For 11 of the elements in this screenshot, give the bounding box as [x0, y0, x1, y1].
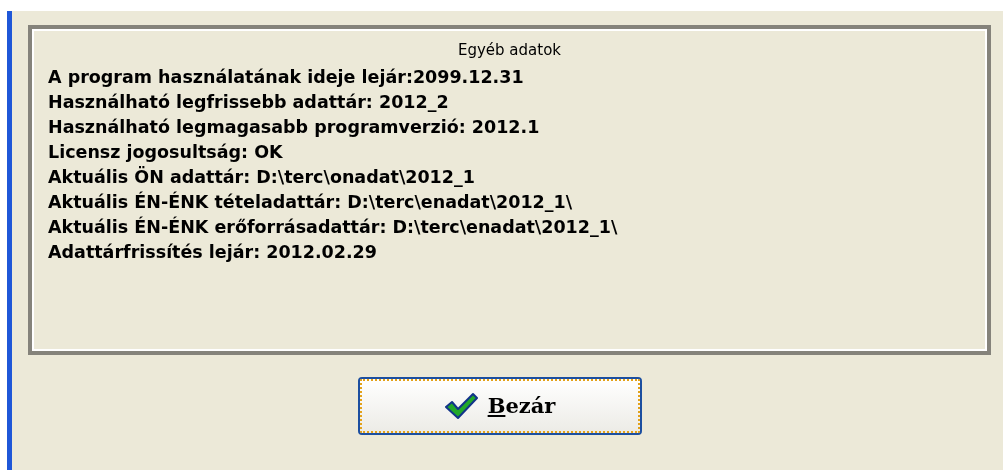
info-line: Használható legmagasabb programverzió: 2012.1	[48, 116, 541, 139]
info-line: Licensz jogosultság: OK	[48, 141, 284, 164]
close-button[interactable]: Bezár	[357, 377, 642, 435]
info-line: Aktuális ÖN adattár: D:\terc\onadat\2012_1	[48, 165, 476, 189]
info-line: Aktuális ÉN-ÉNK erőforrásadattár: D:\terc\enadat\2012_1\	[48, 215, 619, 239]
panel-title: Egyéb adatok	[456, 40, 562, 61]
info-line: Adattárfrissítés lejár: 2012.02.29	[48, 241, 378, 264]
info-line: Aktuális ÉN-ÉNK tételadattár: D:\terc\enadat\2012_1\	[48, 190, 574, 214]
info-line: Használható legfrissebb adattár: 2012_2	[48, 91, 450, 114]
checkmark-icon	[443, 392, 478, 420]
info-line: A program használatának ideje lejár:2099.12.31	[48, 66, 525, 89]
